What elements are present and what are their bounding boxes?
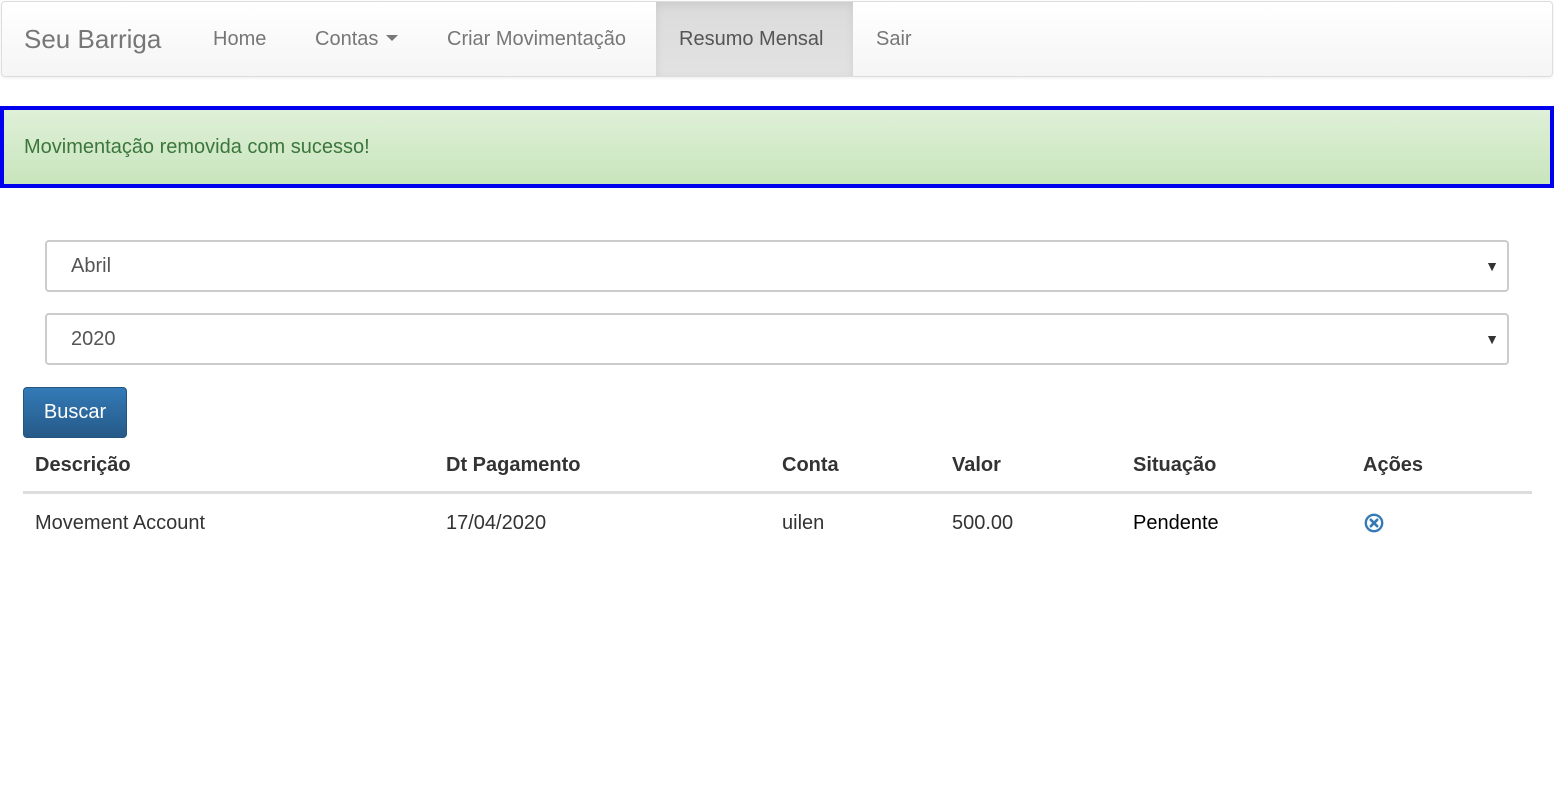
header-conta: Conta — [782, 454, 839, 476]
month-select-value: Abril — [71, 255, 112, 277]
year-select[interactable]: 2020 ▼ — [45, 313, 1509, 365]
nav-item-sair[interactable]: Sair — [854, 2, 934, 76]
dropdown-arrow-icon: ▼ — [1485, 258, 1499, 274]
brand-link[interactable]: Seu Barriga — [24, 2, 161, 76]
year-select-value: 2020 — [71, 328, 116, 350]
nav-item-label: Home — [213, 28, 267, 50]
header-acoes: Ações — [1363, 454, 1424, 476]
nav-item-label: Resumo Mensal — [679, 28, 824, 50]
nav-item-contas-dropdown[interactable]: Contas — [293, 2, 420, 76]
nav-item-label: Criar Movimentação — [447, 28, 626, 50]
month-select[interactable]: Abril ▼ — [45, 240, 1509, 292]
table-header: Descrição Dt Pagamento Conta Valor Situa… — [23, 440, 1532, 494]
remove-circle-icon[interactable] — [1364, 513, 1384, 533]
nav-item-resumo-mensal[interactable]: Resumo Mensal — [656, 2, 853, 76]
cell-valor: 500.00 — [952, 512, 1014, 534]
search-button[interactable]: Buscar — [23, 387, 127, 438]
caret-down-icon — [386, 34, 399, 41]
nav-item-home[interactable]: Home — [191, 2, 288, 76]
movements-table: Descrição Dt Pagamento Conta Valor Situa… — [23, 440, 1532, 552]
nav-item-label: Contas — [315, 28, 379, 50]
table-row: Movement Account 17/04/2020 uilen 500.00… — [23, 494, 1532, 552]
success-alert: Movimentação removida com sucesso! — [0, 106, 1554, 188]
cell-descricao: Movement Account — [35, 512, 206, 534]
header-valor: Valor — [952, 454, 1001, 476]
header-descricao: Descrição — [35, 454, 131, 476]
nav-item-criar-movimentacao[interactable]: Criar Movimentação — [425, 2, 648, 76]
cell-dt-pagamento: 17/04/2020 — [446, 512, 547, 534]
navbar: Seu Barriga Home Contas Criar Movimentaç… — [1, 1, 1553, 77]
header-dt-pagamento: Dt Pagamento — [446, 454, 581, 476]
cell-situacao: Pendente — [1133, 512, 1219, 534]
alert-message: Movimentação removida com sucesso! — [24, 136, 370, 158]
cell-conta: uilen — [782, 512, 825, 534]
nav-item-label: Sair — [876, 28, 912, 50]
dropdown-arrow-icon: ▼ — [1485, 331, 1499, 347]
header-situacao: Situação — [1133, 454, 1217, 476]
